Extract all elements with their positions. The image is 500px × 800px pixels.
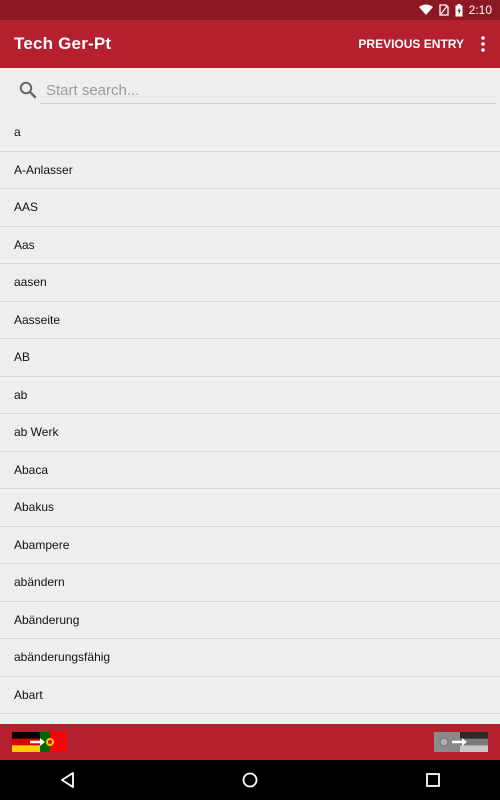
search-input[interactable] (40, 77, 496, 104)
previous-entry-button[interactable]: PREVIOUS ENTRY (358, 37, 464, 51)
app-bar: Tech Ger-Pt PREVIOUS ENTRY (0, 20, 500, 68)
list-item[interactable]: Aasseite (0, 302, 500, 339)
list-item[interactable]: Abänderung (0, 602, 500, 639)
list-item[interactable]: AB (0, 339, 500, 377)
list-item[interactable]: ab (0, 377, 500, 414)
home-icon[interactable] (240, 770, 260, 790)
list-item[interactable]: Abaca (0, 452, 500, 489)
search-bar (0, 68, 500, 114)
list-item[interactable]: abändern (0, 564, 500, 602)
list-item[interactable]: A-Anlasser (0, 152, 500, 189)
list-item[interactable]: a (0, 114, 500, 152)
list-item[interactable]: Aas (0, 227, 500, 264)
more-options-icon[interactable] (480, 35, 486, 53)
status-time: 2:10 (468, 3, 492, 17)
bottom-bar (0, 724, 500, 760)
no-sim-icon (438, 4, 449, 16)
entry-list[interactable]: a A-Anlasser AAS Aas aasen Aasseite AB a… (0, 114, 500, 724)
list-item[interactable]: abänderungsfähig (0, 639, 500, 677)
list-item[interactable]: ab Werk (0, 414, 500, 452)
list-item[interactable]: Abakus (0, 489, 500, 527)
recents-icon[interactable] (423, 770, 443, 790)
search-icon (19, 81, 37, 99)
back-icon[interactable] (58, 770, 78, 790)
german-to-portuguese-flag-icon[interactable] (12, 732, 66, 752)
system-nav-bar (0, 760, 500, 800)
list-item[interactable]: Abampere (0, 527, 500, 564)
app-title: Tech Ger-Pt (14, 34, 112, 53)
status-bar: 2:10 (0, 0, 500, 20)
list-item[interactable]: AAS (0, 189, 500, 227)
list-item[interactable]: Abart (0, 677, 500, 714)
battery-icon (455, 3, 463, 16)
portuguese-to-german-flag-icon[interactable] (434, 732, 488, 752)
wifi-icon (418, 4, 433, 15)
list-item[interactable]: aasen (0, 264, 500, 302)
